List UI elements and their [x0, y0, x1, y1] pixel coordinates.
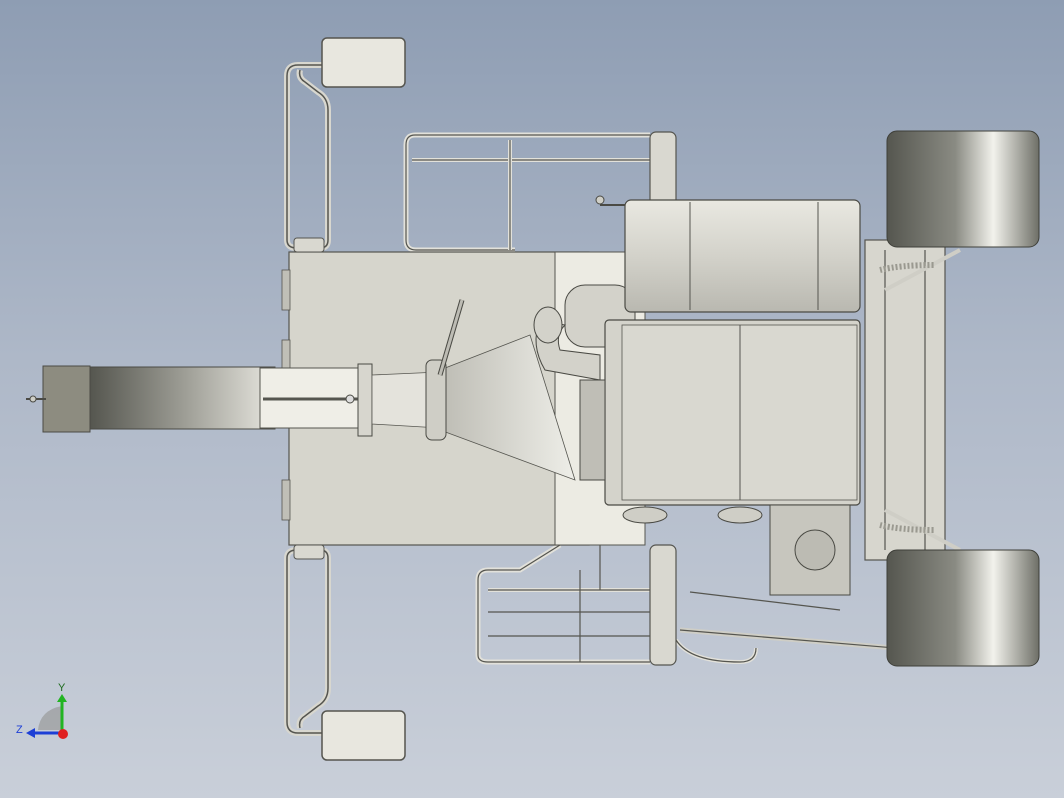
railing-bottom — [475, 542, 758, 666]
fuel-tank — [595, 195, 861, 313]
model-view: Y Z — [16, 37, 1040, 761]
boom-arm — [26, 363, 420, 437]
engine-block — [579, 319, 861, 596]
rear-tire-top — [886, 130, 1040, 248]
y-axis-label: Y — [58, 682, 66, 694]
outrigger-bottom — [284, 547, 406, 761]
rear-tire-bottom — [886, 549, 1040, 667]
outrigger-top — [284, 37, 406, 251]
axis-triad: Y Z — [16, 682, 68, 739]
z-axis-label: Z — [16, 724, 23, 736]
x-axis-icon — [58, 729, 68, 739]
cad-viewport[interactable]: Y Z — [0, 0, 1064, 798]
